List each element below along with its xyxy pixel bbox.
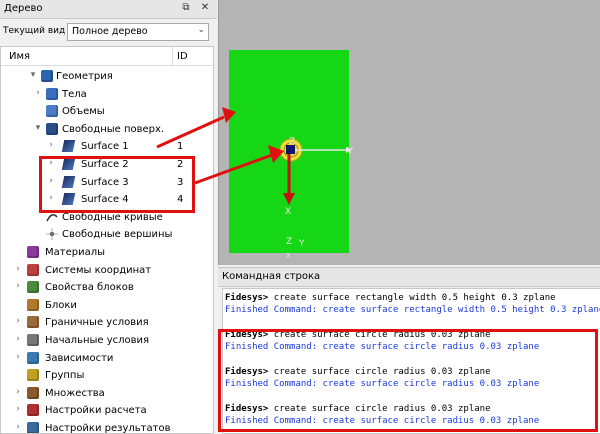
highlight-surfaces-box: [39, 156, 195, 213]
tree-item[interactable]: Материалы: [1, 244, 213, 261]
sets-icon: [27, 386, 39, 399]
current-view-row: Текущий вид Полное дерево ⌄: [0, 22, 217, 42]
collapse-arrow-icon[interactable]: ›: [13, 352, 23, 362]
collapse-arrow-icon[interactable]: ›: [13, 422, 23, 432]
collapse-arrow-icon[interactable]: ›: [13, 334, 23, 344]
close-icon[interactable]: ✕: [199, 2, 211, 14]
tree-item-label: Свободные вершины: [62, 229, 173, 241]
groups-icon: [27, 369, 39, 382]
tree-item-label: Геометрия: [56, 71, 113, 82]
surface-icon: [61, 140, 76, 153]
tree-item[interactable]: › Тела: [1, 86, 213, 103]
graphics-viewport[interactable]: Y Z X Z Y X: [218, 0, 600, 265]
tree-item-label: Зависимости: [45, 352, 114, 364]
command-panel-title-bar: Командная строка: [218, 267, 600, 287]
command-line: Finished Command: create surface rectang…: [225, 305, 600, 315]
tree-item[interactable]: Блоки: [1, 297, 213, 314]
highlight-commands-box: [218, 329, 598, 432]
tree-item[interactable]: › Настройки расчета: [1, 402, 213, 419]
vertex-icon: [46, 228, 58, 241]
block-properties-icon: [27, 281, 39, 294]
tree-item[interactable]: › Зависимости: [1, 350, 213, 367]
expand-arrow-icon[interactable]: ▾: [28, 70, 38, 80]
results-icon: [27, 422, 39, 433]
tree-panel-title-bar: Дерево ⧉ ✕: [0, 0, 217, 19]
tree-item[interactable]: › Начальные условия: [1, 332, 213, 349]
mini-axis-y-label: Y: [298, 239, 305, 249]
tree-item[interactable]: › Свойства блоков: [1, 279, 213, 296]
tree-item[interactable]: Объемы: [1, 103, 213, 120]
axis-z-label: Z: [289, 137, 295, 147]
tree-item-label: Материалы: [45, 247, 105, 258]
tree-panel-title: Дерево: [4, 3, 43, 14]
collapse-arrow-icon[interactable]: ›: [13, 387, 23, 397]
dependency-icon: [27, 351, 39, 364]
tree-item-label: Свободные поверх.: [62, 123, 165, 135]
expand-arrow-icon[interactable]: ▾: [33, 123, 43, 133]
settings-icon: [27, 404, 39, 417]
tree-view[interactable]: Имя ID ▾ Геометрия › Тела Объемы ▾ Свободные п…: [0, 46, 214, 434]
material-icon: [27, 246, 39, 258]
tree-item[interactable]: Группы: [1, 367, 213, 384]
command-prompt: Fidesys>: [225, 293, 269, 303]
volume-icon: [46, 105, 58, 118]
collapse-arrow-icon[interactable]: ›: [33, 88, 43, 98]
mini-axis-x-label: X: [286, 252, 291, 260]
tree-item[interactable]: ▾ Свободные поверх.: [1, 121, 213, 138]
float-icon[interactable]: ⧉: [180, 2, 192, 14]
tree-item-label: Surface 1: [81, 141, 129, 153]
chevron-down-icon: ⌄: [197, 25, 205, 35]
tree-item[interactable]: › Множества: [1, 385, 213, 402]
command-text: create surface rectangle width 0.5 heigh…: [268, 293, 556, 303]
free-surface-icon: [46, 122, 58, 135]
tree-item-label: Группы: [45, 370, 85, 382]
tree-item-label: Блоки: [45, 299, 77, 311]
tree-item[interactable]: Свободные вершины: [1, 226, 213, 243]
tree-item-label: Свободные кривые: [62, 211, 163, 223]
coordinate-icon: [27, 263, 39, 276]
collapse-arrow-icon[interactable]: ›: [46, 140, 56, 150]
view-select[interactable]: Полное дерево ⌄: [67, 23, 209, 41]
tree-item-id: 1: [177, 141, 184, 153]
column-separator[interactable]: [172, 47, 173, 65]
tree-item-label: Тела: [62, 88, 87, 100]
axis-y-label: Y: [346, 146, 354, 157]
tree-item-label: Множества: [45, 387, 105, 399]
collapse-arrow-icon[interactable]: ›: [13, 316, 23, 326]
viewport-overlay: Y Z X Z Y X: [279, 137, 354, 260]
tree-item-label: Свойства блоков: [45, 282, 134, 294]
column-name-header[interactable]: Имя: [9, 51, 30, 62]
tree-item-label: Граничные условия: [45, 317, 149, 329]
tree-item[interactable]: ▾ Геометрия: [1, 68, 213, 85]
tree-item-label: Настройки результатов: [45, 423, 171, 434]
tree-item-label: Объемы: [62, 106, 105, 118]
mini-axis-z-label: Z: [286, 237, 292, 247]
tree-item-label: Системы координат: [45, 264, 152, 276]
tree-item-label: Настройки расчета: [45, 405, 147, 417]
blocks-icon: [27, 298, 39, 311]
tree-item[interactable]: › Системы координат: [1, 262, 213, 279]
tree-item[interactable]: › Surface 1 1: [1, 138, 213, 155]
tree-item-label: Начальные условия: [45, 335, 150, 346]
collapse-arrow-icon[interactable]: ›: [13, 404, 23, 414]
geometry-icon: [41, 70, 53, 82]
boundary-icon: [27, 316, 39, 329]
tree-item[interactable]: › Граничные условия: [1, 314, 213, 331]
collapse-arrow-icon[interactable]: ›: [13, 281, 23, 291]
initial-icon: [27, 334, 39, 346]
axis-x-label: X: [285, 207, 291, 217]
collapse-arrow-icon[interactable]: ›: [13, 264, 23, 274]
column-id-header[interactable]: ID: [177, 51, 188, 62]
current-view-label: Текущий вид: [3, 26, 66, 36]
tree-header: Имя ID: [1, 47, 213, 66]
x-axis-arrowhead: [283, 193, 295, 205]
command-text: Finished Command: create surface rectang…: [225, 305, 600, 316]
command-panel-title: Командная строка: [222, 271, 321, 282]
view-select-value: Полное дерево: [72, 26, 148, 37]
command-line: Fidesys> create surface rectangle width …: [225, 293, 556, 303]
body-icon: [46, 87, 58, 100]
